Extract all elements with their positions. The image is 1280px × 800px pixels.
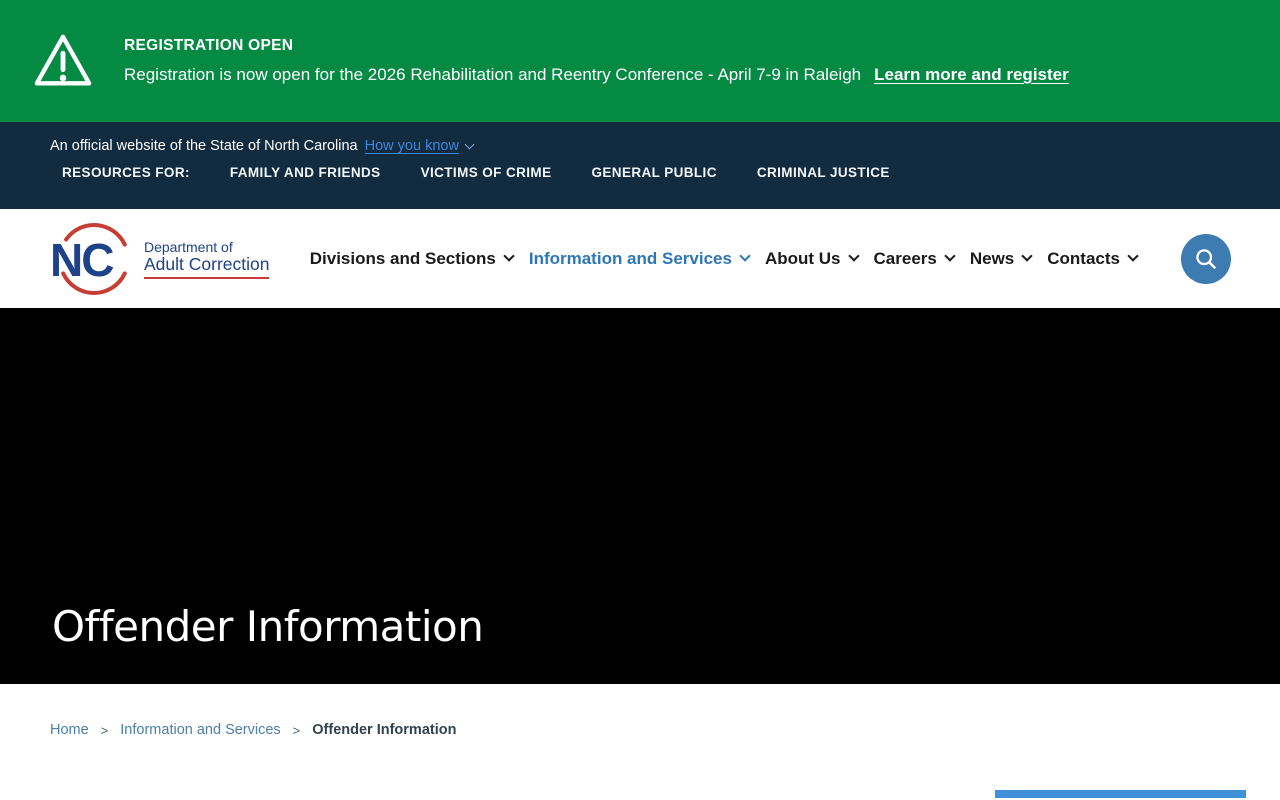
site-header: NC Department of Adult Correction Divisi… bbox=[0, 209, 1280, 308]
utility-link-family-and-friends[interactable]: FAMILY AND FRIENDS bbox=[230, 165, 381, 180]
chevron-down-icon bbox=[847, 249, 860, 262]
chevron-down-icon bbox=[739, 249, 751, 262]
nav-label: About Us bbox=[764, 248, 841, 268]
chevron-down-icon bbox=[464, 139, 475, 149]
nav-label: Divisions and Sections bbox=[309, 248, 496, 268]
chevron-down-icon bbox=[503, 249, 515, 262]
breadcrumb-separator: > bbox=[100, 722, 109, 738]
nav-news[interactable]: News bbox=[969, 248, 1033, 269]
breadcrumb-current: Offender Information bbox=[312, 722, 457, 738]
nav-information-and-services[interactable]: Information and Services bbox=[528, 248, 751, 269]
nav-label: Careers bbox=[873, 248, 937, 268]
search-button[interactable] bbox=[1181, 233, 1231, 284]
resources-for-label: RESOURCES FOR: bbox=[62, 165, 190, 180]
official-website-text: An official website of the State of Nort… bbox=[50, 138, 358, 154]
nc-logo-acronym: NC bbox=[50, 234, 113, 286]
breadcrumb: Home > Information and Services > Offend… bbox=[0, 684, 1280, 738]
utility-link-victims-of-crime[interactable]: VICTIMS OF CRIME bbox=[421, 165, 552, 180]
warning-triangle-icon bbox=[34, 34, 92, 86]
page: REGISTRATION OPEN Registration is now op… bbox=[0, 0, 1280, 800]
chevron-down-icon bbox=[1021, 249, 1033, 262]
nav-label: News bbox=[969, 248, 1015, 268]
hero-banner: Offender Information bbox=[0, 308, 1280, 684]
breadcrumb-separator: > bbox=[292, 722, 301, 738]
utility-bar: An official website of the State of Nort… bbox=[0, 122, 1280, 209]
alert-banner: REGISTRATION OPEN Registration is now op… bbox=[0, 0, 1280, 122]
nav-label: Contacts bbox=[1047, 248, 1120, 268]
chevron-down-icon bbox=[944, 249, 956, 262]
nav-contacts[interactable]: Contacts bbox=[1047, 248, 1139, 269]
utility-link-general-public[interactable]: GENERAL PUBLIC bbox=[591, 165, 716, 180]
logo-text: Department of Adult Correction bbox=[144, 238, 270, 279]
chevron-down-icon bbox=[1127, 249, 1139, 262]
page-title: Offender Information bbox=[52, 602, 484, 651]
main-nav: Divisions and Sections Information and S… bbox=[309, 248, 1139, 269]
nc-logo-mark: NC bbox=[50, 222, 127, 295]
logo-line2: Adult Correction bbox=[144, 253, 270, 274]
breadcrumb-home[interactable]: Home bbox=[50, 722, 89, 738]
logo-line1: Department of bbox=[144, 238, 233, 255]
how-you-know-link[interactable]: How you know bbox=[365, 138, 459, 154]
breadcrumb-information-and-services[interactable]: Information and Services bbox=[120, 722, 280, 738]
alert-register-link[interactable]: Learn more and register bbox=[874, 65, 1069, 84]
nav-careers[interactable]: Careers bbox=[873, 248, 956, 269]
nav-about-us[interactable]: About Us bbox=[764, 248, 860, 269]
utility-link-criminal-justice[interactable]: CRIMINAL JUSTICE bbox=[757, 165, 890, 180]
alert-text: REGISTRATION OPEN Registration is now op… bbox=[124, 37, 1069, 85]
nc-dac-logo[interactable]: NC Department of Adult Correction bbox=[50, 220, 270, 298]
alert-message: Registration is now open for the 2026 Re… bbox=[124, 65, 862, 84]
nav-label: Information and Services bbox=[528, 248, 732, 268]
card-top-accent-bar bbox=[995, 790, 1246, 798]
nav-divisions-and-sections[interactable]: Divisions and Sections bbox=[309, 248, 515, 269]
alert-title: REGISTRATION OPEN bbox=[124, 37, 294, 54]
search-icon bbox=[1196, 248, 1216, 269]
